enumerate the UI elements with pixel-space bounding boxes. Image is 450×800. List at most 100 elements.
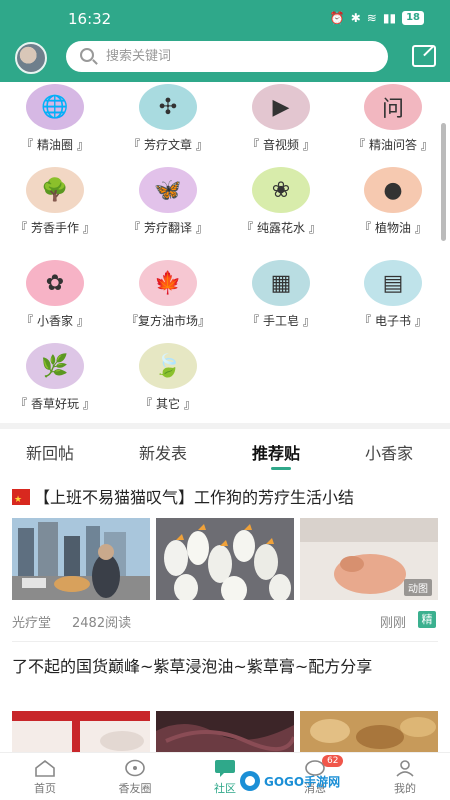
nav-label: 香友圈 bbox=[118, 782, 152, 795]
post-image[interactable]: 动图 bbox=[300, 518, 438, 600]
category-item[interactable]: 🌐 『 精油圈 』 bbox=[0, 84, 110, 153]
category-icon-glyph: ✿ bbox=[45, 270, 65, 296]
unread-count-badge: 62 bbox=[322, 755, 344, 767]
category-icon-glyph: ❀ bbox=[271, 177, 291, 203]
category-label: 『 精油问答 』 bbox=[353, 138, 433, 152]
category-item[interactable]: 🍃 『 其它 』 bbox=[113, 343, 223, 412]
search-input[interactable] bbox=[106, 46, 366, 67]
tab-new-posts[interactable]: 新发表 bbox=[139, 440, 187, 464]
flag-icon bbox=[12, 489, 30, 509]
category-item[interactable]: ✣ 『 芳疗文章 』 bbox=[113, 84, 223, 153]
category-icon-glyph: 🦋 bbox=[154, 177, 182, 203]
category-label: 『 香草好玩 』 bbox=[15, 397, 95, 411]
avatar[interactable] bbox=[15, 42, 47, 74]
leaf-icon: 🍁 bbox=[139, 260, 197, 306]
svg-text:GOGO手游网: GOGO手游网 bbox=[264, 774, 340, 789]
category-label: 『 植物油 』 bbox=[359, 221, 427, 235]
category-item[interactable]: ✿ 『 小香家 』 bbox=[0, 260, 110, 329]
category-label: 『 纯露花水 』 bbox=[241, 221, 321, 235]
scrollbar[interactable] bbox=[441, 123, 446, 241]
nav-label: 首页 bbox=[34, 782, 56, 795]
category-icon-glyph: 🍃 bbox=[154, 353, 182, 379]
category-icon-glyph: ▶ bbox=[272, 94, 290, 120]
category-label: 『 手工皂 』 bbox=[247, 314, 315, 328]
tree-icon: 🌳 bbox=[26, 167, 84, 213]
post-tabs: 新回帖 新发表 推荐贴 小香家 bbox=[0, 430, 450, 476]
post-image[interactable] bbox=[12, 518, 150, 600]
app-header: 16:32 ⏰ ✱ ≋ ▮▮ 18 bbox=[0, 0, 450, 82]
category-icon-glyph: 问 bbox=[381, 97, 404, 122]
post-reads: 2482阅读 bbox=[72, 616, 132, 631]
search-icon bbox=[80, 48, 94, 62]
tab-new-replies[interactable]: 新回帖 bbox=[26, 440, 74, 464]
post-author[interactable]: 光疗堂 bbox=[12, 612, 51, 631]
category-item[interactable]: 🍁 『复方油市场』 bbox=[113, 260, 223, 329]
tab-xiaoxiangjia[interactable]: 小香家 bbox=[365, 440, 413, 464]
soap-icon: ▦ bbox=[252, 260, 310, 306]
post-title[interactable]: 了不起的国货巅峰~紫草浸泡油~紫草膏~配方分享 bbox=[12, 656, 438, 678]
category-item[interactable]: ● 『 植物油 』 bbox=[338, 167, 448, 236]
globe-icon: 🌐 bbox=[26, 84, 84, 130]
nav-home[interactable]: 首页 bbox=[0, 753, 90, 800]
featured-badge: 精 bbox=[418, 611, 436, 628]
bluetooth-icon: ✱ bbox=[350, 11, 361, 25]
battery-icon: 18 bbox=[402, 11, 424, 25]
category-icon-glyph: ▤ bbox=[382, 270, 404, 296]
category-label: 『 小香家 』 bbox=[21, 314, 89, 328]
butterfly-icon: 🦋 bbox=[139, 167, 197, 213]
category-item[interactable]: 问『 精油问答 』 bbox=[338, 84, 448, 153]
green-leaf-icon: 🍃 bbox=[139, 343, 197, 389]
nav-profile[interactable]: 我的 bbox=[360, 753, 450, 800]
category-label: 『 精油圈 』 bbox=[21, 138, 89, 152]
search-bar[interactable] bbox=[66, 41, 388, 72]
category-label: 『 芳疗翻译 』 bbox=[128, 221, 208, 235]
nut-icon: ● bbox=[364, 167, 422, 213]
watermark-logo: GOGO手游网 bbox=[240, 771, 340, 791]
status-icons: ⏰ ✱ ≋ ▮▮ 18 bbox=[330, 11, 424, 25]
category-item[interactable]: ▶ 『 音视频 』 bbox=[226, 84, 336, 153]
post-time: 刚刚 bbox=[380, 616, 407, 631]
active-tab-indicator bbox=[271, 467, 291, 470]
gif-badge: 动图 bbox=[404, 579, 432, 596]
category-icon-glyph: 🌿 bbox=[41, 353, 69, 379]
post-image[interactable] bbox=[12, 711, 150, 753]
category-label: 『 芳疗文章 』 bbox=[128, 138, 208, 152]
status-bar: 16:32 ⏰ ✱ ≋ ▮▮ 18 bbox=[0, 0, 450, 38]
section-divider bbox=[0, 423, 450, 429]
category-item[interactable]: 🦋 『 芳疗翻译 』 bbox=[113, 167, 223, 236]
books-icon: ▤ bbox=[364, 260, 422, 306]
category-item[interactable]: ▤ 『 电子书 』 bbox=[338, 260, 448, 329]
category-label: 『 其它 』 bbox=[140, 397, 196, 411]
category-label: 『 音视频 』 bbox=[247, 138, 315, 152]
bottom-nav: 首页 香友圈 社区 消息 我的 bbox=[0, 752, 450, 800]
compose-icon[interactable] bbox=[412, 45, 436, 67]
post-image[interactable] bbox=[156, 711, 294, 753]
post-image[interactable] bbox=[156, 518, 294, 600]
category-item[interactable]: ❀ 『 纯露花水 』 bbox=[226, 167, 336, 236]
herb-icon: 🌿 bbox=[26, 343, 84, 389]
post-title-text: 【上班不易猫猫叹气】工作狗的芳疗生活小结 bbox=[34, 488, 355, 507]
category-label: 『复方油市场』 bbox=[125, 314, 210, 328]
category-icon-glyph: 🌳 bbox=[41, 177, 69, 203]
category-item[interactable]: ▦ 『 手工皂 』 bbox=[226, 260, 336, 329]
category-icon-glyph: 🌐 bbox=[41, 94, 69, 120]
category-item[interactable]: 🌿 『 香草好玩 』 bbox=[0, 343, 110, 412]
alarm-icon: ⏰ bbox=[329, 11, 345, 25]
nav-friends[interactable]: 香友圈 bbox=[90, 753, 180, 800]
category-item[interactable]: 🌳 『 芳香手作 』 bbox=[0, 167, 110, 236]
video-icon: ▶ bbox=[252, 84, 310, 130]
category-icon-glyph: ▦ bbox=[270, 270, 292, 296]
post-separator bbox=[12, 641, 438, 642]
community-icon bbox=[215, 760, 235, 777]
tab-recommended[interactable]: 推荐贴 bbox=[252, 440, 300, 464]
status-time: 16:32 bbox=[68, 10, 112, 28]
profile-icon bbox=[396, 760, 414, 777]
category-icon-glyph: ✣ bbox=[158, 94, 178, 120]
post-title[interactable]: 【上班不易猫猫叹气】工作狗的芳疗生活小结 bbox=[12, 487, 442, 509]
nav-label: 我的 bbox=[394, 782, 416, 795]
chat-icon bbox=[125, 759, 145, 777]
category-label: 『 电子书 』 bbox=[359, 314, 427, 328]
signal-icon: ▮▮ bbox=[382, 11, 397, 25]
post-image[interactable] bbox=[300, 711, 438, 753]
rose-icon: ✿ bbox=[26, 260, 84, 306]
